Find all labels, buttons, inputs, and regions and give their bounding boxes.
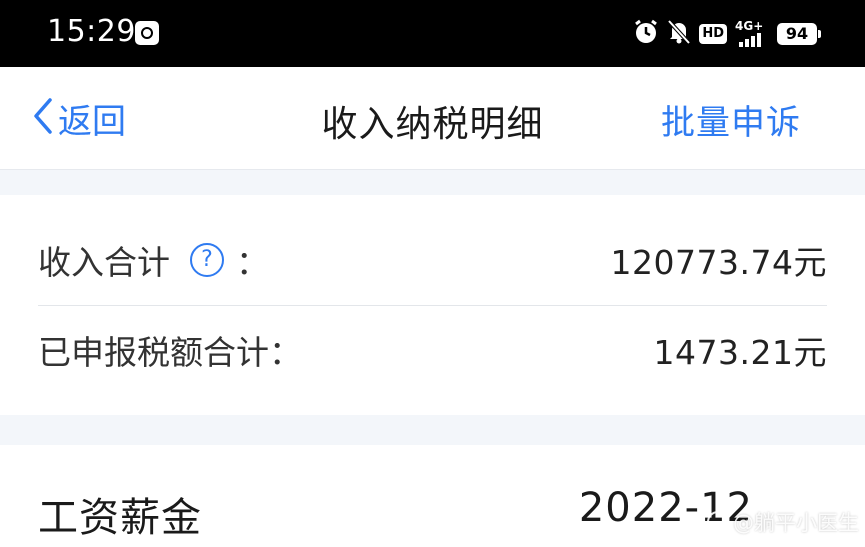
mute-icon (667, 19, 691, 49)
hd-icon: HD (699, 24, 727, 44)
status-icons: HD 4G+ 94 (633, 18, 821, 50)
tax-total-label: 已申报税额合计： (38, 333, 302, 372)
income-category: 工资薪金 (38, 495, 202, 541)
status-bar: 15:29 HD 4G+ 94 (0, 0, 865, 67)
battery-icon: 94 (777, 23, 821, 45)
tax-total-value: 1473.21元 (653, 333, 827, 372)
tax-total-row: 已申报税额合计： 1473.21元 (38, 305, 827, 395)
income-label-wrap: 收入合计 ? ： (38, 236, 269, 284)
batch-appeal-button[interactable]: 批量申诉 (661, 95, 801, 144)
help-icon[interactable]: ? (190, 243, 224, 277)
screenshot-app-icon (135, 21, 159, 45)
summary-card: 收入合计 ? ： 120773.74元 已申报税额合计： 1473.21元 (0, 195, 865, 415)
status-time: 15:29 (47, 14, 136, 49)
income-total-row: 收入合计 ? ： 120773.74元 (38, 215, 827, 305)
alarm-icon (633, 19, 659, 49)
weibo-icon (707, 511, 729, 533)
nav-bar: 返回 收入纳税明细 批量申诉 (0, 67, 865, 170)
income-total-label: 收入合计 (38, 243, 170, 282)
watermark-text: @躺平小医生 (733, 511, 859, 535)
colon: ： (236, 243, 269, 282)
watermark: @躺平小医生 (707, 507, 859, 537)
network-label: 4G+ (735, 19, 764, 33)
income-total-value: 120773.74元 (610, 243, 827, 282)
network-4g-icon: 4G+ (735, 19, 769, 47)
